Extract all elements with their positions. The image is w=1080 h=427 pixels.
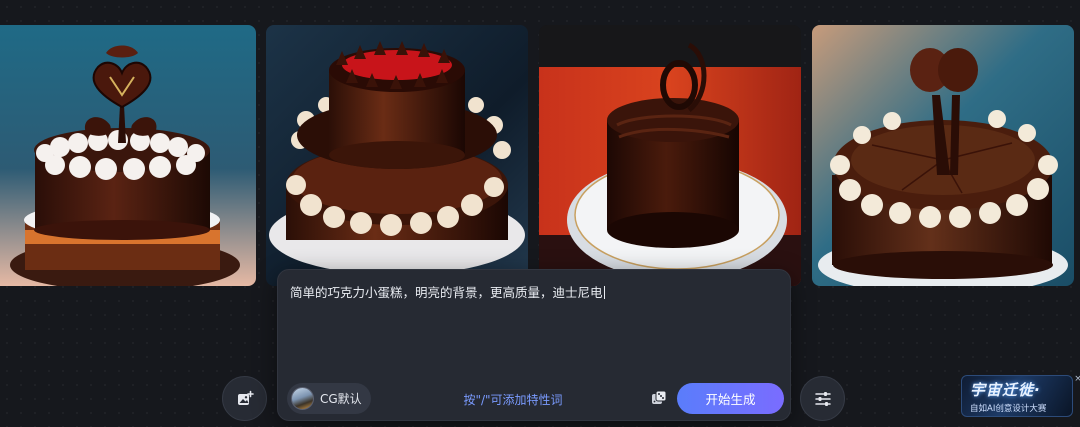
prompt-panel: 简单的巧克力小蛋糕，明亮的背景，更高质量，迪士尼电 CG默认 按"/"可添加特性… [277, 269, 791, 421]
image-upload-button[interactable] [222, 376, 267, 421]
prompt-text: 简单的巧克力小蛋糕，明亮的背景，更高质量，迪士尼电 [290, 285, 603, 300]
model-selector[interactable]: CG默认 [287, 383, 371, 414]
gallery-image-3[interactable] [539, 25, 801, 286]
text-caret [603, 286, 605, 299]
promo-subtitle: 自如AI创意设计大赛 [970, 404, 1047, 414]
model-avatar [291, 387, 314, 410]
promo-banner[interactable]: 宇宙迁徙· 自如AI创意设计大赛 [961, 375, 1073, 417]
image-plus-icon [237, 390, 254, 405]
cake-image-3 [539, 25, 801, 286]
generate-button[interactable]: 开始生成 [677, 383, 784, 414]
settings-button[interactable] [800, 376, 845, 421]
gallery-image-1[interactable] [0, 25, 256, 286]
cake-image-2 [266, 25, 528, 286]
sliders-icon [814, 391, 831, 406]
page: 简单的巧克力小蛋糕，明亮的背景，更高质量，迪士尼电 CG默认 按"/"可添加特性… [0, 0, 1080, 427]
model-label: CG默认 [320, 392, 362, 406]
cake-image-4 [812, 25, 1074, 286]
add-feature-words-hint[interactable]: 按"/"可添加特性词 [428, 391, 598, 408]
cake-image-1 [0, 25, 256, 286]
promo-title: 宇宙迁徙· [970, 381, 1041, 399]
dice-icon[interactable] [651, 390, 667, 406]
gallery-image-2[interactable] [266, 25, 528, 286]
prompt-input[interactable]: 简单的巧克力小蛋糕，明亮的背景，更高质量，迪士尼电 [290, 285, 776, 301]
gallery-image-4[interactable] [812, 25, 1074, 286]
close-icon[interactable]: × [1073, 374, 1080, 384]
